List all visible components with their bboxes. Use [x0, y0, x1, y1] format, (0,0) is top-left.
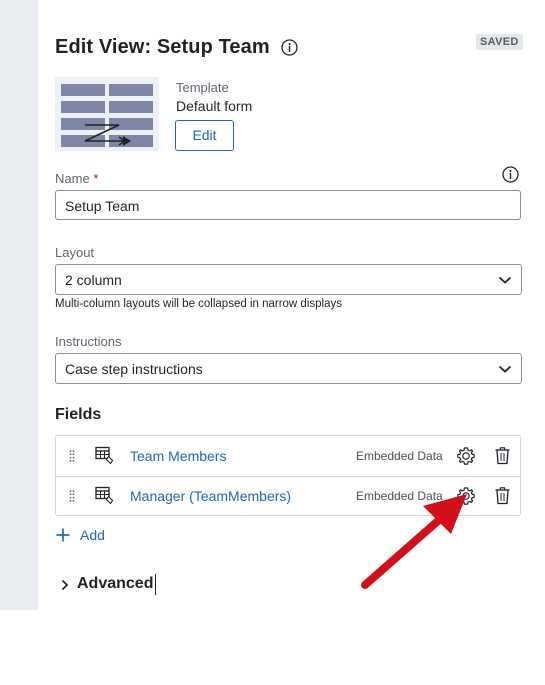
- name-label-text: Name: [55, 171, 90, 186]
- table-icon: [95, 446, 114, 465]
- template-label: Template: [176, 80, 229, 95]
- drag-handle-icon[interactable]: [69, 489, 75, 503]
- advanced-label: Advanced: [77, 575, 154, 592]
- layout-label: Layout: [55, 245, 95, 260]
- table-icon: [95, 486, 114, 505]
- instructions-select-value: Case step instructions: [65, 361, 203, 377]
- plus-icon: [56, 528, 70, 542]
- chevron-down-icon: [498, 276, 512, 284]
- fields-heading: Fields: [55, 406, 102, 423]
- status-badge: SAVED: [476, 34, 523, 50]
- layout-select[interactable]: 2 column: [55, 264, 522, 295]
- info-icon[interactable]: [281, 39, 298, 56]
- drag-handle-icon[interactable]: [69, 449, 75, 463]
- info-icon[interactable]: [502, 166, 519, 183]
- instructions-label: Instructions: [55, 334, 122, 349]
- field-type: Embedded Data: [356, 449, 443, 463]
- left-rail: [0, 0, 38, 610]
- chevron-right-icon: [61, 579, 69, 591]
- field-name-link[interactable]: Team Members: [130, 448, 226, 464]
- name-input[interactable]: Setup Team: [55, 190, 521, 220]
- annotation-arrow: [361, 494, 467, 589]
- field-name-link[interactable]: Manager (TeamMembers): [130, 488, 291, 504]
- instructions-select[interactable]: Case step instructions: [55, 353, 522, 384]
- trash-icon[interactable]: [494, 446, 511, 465]
- layout-hint: Multi-column layouts will be collapsed i…: [55, 298, 342, 310]
- required-mark: *: [93, 171, 99, 186]
- template-thumbnail: [55, 77, 159, 151]
- add-field-label: Add: [80, 527, 105, 543]
- page-title: Edit View: Setup Team: [55, 36, 270, 58]
- list-item: Team Members Embedded Data: [56, 436, 520, 477]
- trash-icon[interactable]: [494, 486, 511, 505]
- name-label: Name *: [55, 171, 98, 186]
- chevron-down-icon: [498, 365, 512, 373]
- template-value: Default form: [176, 98, 253, 114]
- text-cursor: [155, 574, 156, 595]
- layout-select-value: 2 column: [65, 272, 122, 288]
- gear-icon[interactable]: [456, 446, 476, 466]
- edit-template-button[interactable]: Edit: [175, 120, 234, 151]
